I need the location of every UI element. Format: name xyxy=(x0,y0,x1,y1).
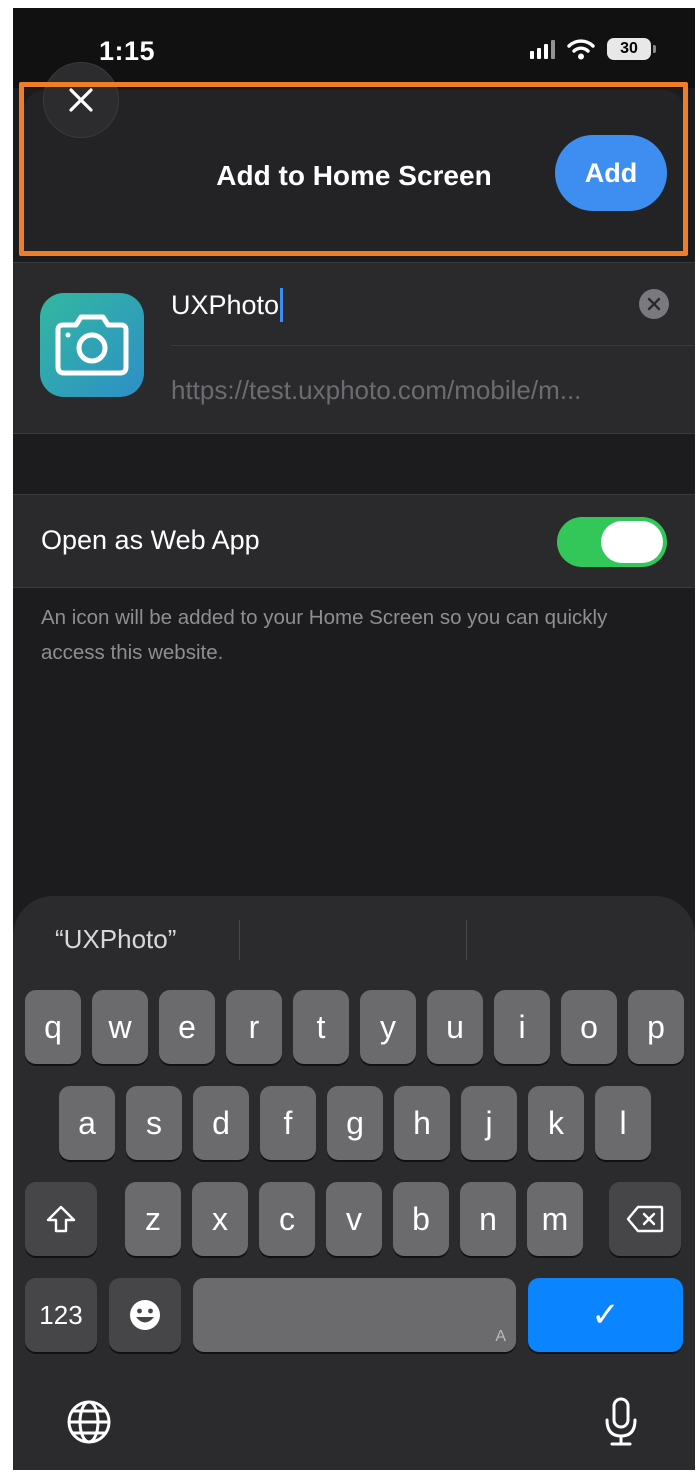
key-t[interactable]: t xyxy=(293,990,349,1064)
numbers-key[interactable]: 123 xyxy=(25,1278,97,1352)
wifi-icon xyxy=(567,39,595,60)
key-u[interactable]: u xyxy=(427,990,483,1064)
key-k[interactable]: k xyxy=(528,1086,584,1160)
delete-key[interactable] xyxy=(609,1182,681,1256)
key-p[interactable]: p xyxy=(628,990,684,1064)
add-button[interactable]: Add xyxy=(555,135,667,211)
emoji-key[interactable] xyxy=(109,1278,181,1352)
status-icons: 30 xyxy=(530,38,656,60)
key-o[interactable]: o xyxy=(561,990,617,1064)
web-app-toggle[interactable] xyxy=(557,517,667,567)
status-time: 1:15 xyxy=(99,36,156,66)
space-key[interactable]: A xyxy=(193,1278,516,1352)
key-j[interactable]: j xyxy=(461,1086,517,1160)
suggestion-1[interactable]: “UXPhoto” xyxy=(55,924,176,955)
keyboard: “UXPhoto” qwertyuiop asdfghjkl zxcvbnm 1… xyxy=(13,896,695,1470)
web-app-label: Open as Web App xyxy=(41,525,260,555)
name-field[interactable]: UXPhoto xyxy=(171,287,631,323)
url-field: https://test.uxphoto.com/mobile/m... xyxy=(171,375,582,405)
name-value: UXPhoto xyxy=(171,289,280,320)
field-divider xyxy=(171,345,695,346)
close-button[interactable] xyxy=(43,62,119,138)
microphone-key[interactable] xyxy=(591,1392,651,1452)
hint-text: An icon will be added to your Home Scree… xyxy=(41,606,608,664)
key-w[interactable]: w xyxy=(92,990,148,1064)
key-y[interactable]: y xyxy=(360,990,416,1064)
web-app-row: Open as Web App xyxy=(13,494,695,588)
key-c[interactable]: c xyxy=(259,1182,315,1256)
key-b[interactable]: b xyxy=(393,1182,449,1256)
key-g[interactable]: g xyxy=(327,1086,383,1160)
key-q[interactable]: q xyxy=(25,990,81,1064)
emoji-icon xyxy=(130,1300,160,1330)
key-s[interactable]: s xyxy=(126,1086,182,1160)
signal-icon xyxy=(530,39,555,59)
phone-screen: 1:15 30 Add to Home Screen Add UXPhoto h… xyxy=(13,8,695,1470)
space-key-hint: A xyxy=(495,1328,506,1345)
bookmark-info: UXPhoto https://test.uxphoto.com/mobile/… xyxy=(13,262,695,434)
status-bar: 1:15 30 xyxy=(13,8,695,88)
key-x[interactable]: x xyxy=(192,1182,248,1256)
battery-icon: 30 xyxy=(607,38,656,60)
close-icon xyxy=(69,88,93,112)
toggle-knob xyxy=(601,521,663,563)
key-v[interactable]: v xyxy=(326,1182,382,1256)
key-m[interactable]: m xyxy=(527,1182,583,1256)
suggestion-divider xyxy=(466,920,467,960)
clear-icon xyxy=(647,297,661,311)
clear-text-button[interactable] xyxy=(639,289,669,319)
shift-icon xyxy=(46,1205,76,1233)
key-h[interactable]: h xyxy=(394,1086,450,1160)
key-e[interactable]: e xyxy=(159,990,215,1064)
suggestion-divider xyxy=(239,920,240,960)
globe-icon xyxy=(67,1400,111,1444)
key-d[interactable]: d xyxy=(193,1086,249,1160)
globe-key[interactable] xyxy=(59,1392,119,1452)
backspace-icon xyxy=(626,1205,664,1233)
app-icon xyxy=(40,293,144,397)
text-caret xyxy=(280,288,284,322)
done-key[interactable]: ✓ xyxy=(528,1278,683,1352)
suggestion-bar: “UXPhoto” xyxy=(13,896,695,982)
camera-icon xyxy=(55,314,129,376)
key-i[interactable]: i xyxy=(494,990,550,1064)
key-z[interactable]: z xyxy=(125,1182,181,1256)
key-r[interactable]: r xyxy=(226,990,282,1064)
microphone-icon xyxy=(605,1397,637,1446)
key-a[interactable]: a xyxy=(59,1086,115,1160)
key-f[interactable]: f xyxy=(260,1086,316,1160)
key-l[interactable]: l xyxy=(595,1086,651,1160)
key-n[interactable]: n xyxy=(460,1182,516,1256)
shift-key[interactable] xyxy=(25,1182,97,1256)
